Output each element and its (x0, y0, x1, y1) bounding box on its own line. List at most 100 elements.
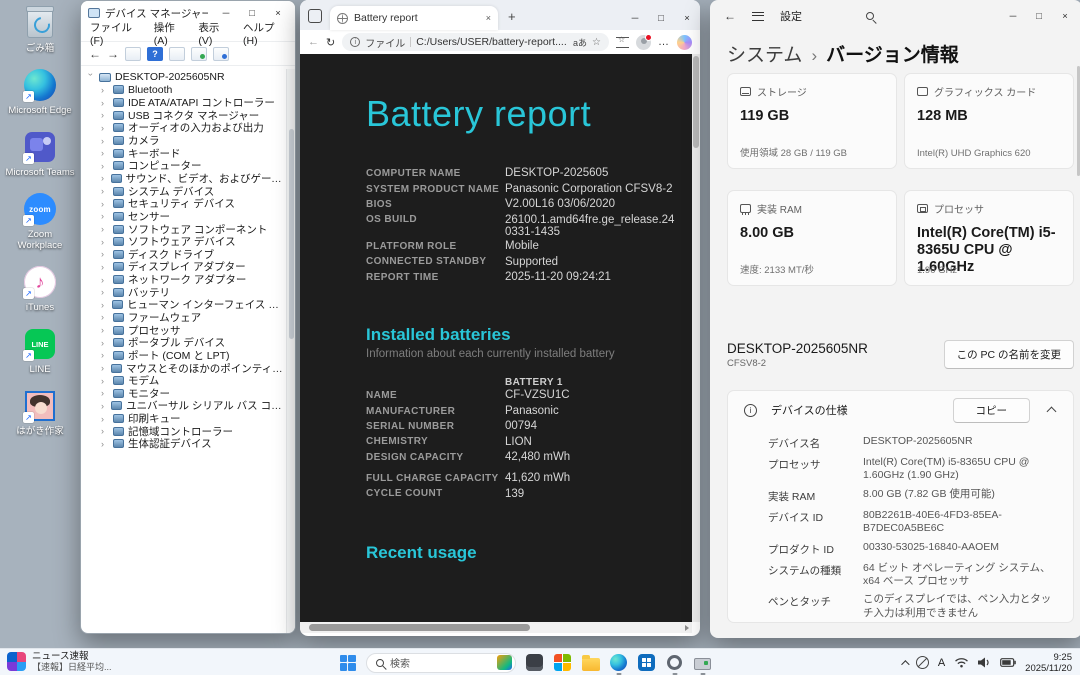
taskbar-app-store[interactable] (637, 653, 656, 672)
close-button[interactable]: × (265, 8, 291, 19)
taskbar-app-dark[interactable] (525, 653, 544, 672)
tab-close-icon[interactable]: × (486, 13, 491, 23)
menu-item[interactable]: 操作(A) (154, 20, 187, 47)
back-icon[interactable]: ← (89, 47, 101, 61)
expander-icon[interactable] (101, 440, 109, 448)
page-info-icon[interactable]: i (350, 37, 361, 47)
minimize-button[interactable]: ─ (1000, 11, 1026, 22)
breadcrumb-parent[interactable]: システム (727, 40, 802, 67)
device-tree-item[interactable]: モデム (81, 374, 286, 387)
browser-tab[interactable]: Battery report × (330, 6, 498, 30)
expander-icon[interactable] (101, 389, 109, 397)
expander-icon[interactable] (101, 250, 109, 258)
scrollbar-thumb[interactable] (309, 624, 530, 631)
close-button[interactable]: × (674, 13, 700, 24)
profile-avatar[interactable] (636, 33, 652, 50)
expander-icon[interactable] (101, 86, 109, 94)
widgets-button[interactable]: ニュース速報 【速報】日経平均... (7, 651, 112, 672)
expander-icon[interactable] (101, 288, 109, 296)
expander-icon[interactable] (101, 326, 109, 334)
scan-hardware-icon[interactable] (191, 46, 207, 61)
expander-icon[interactable] (101, 111, 109, 119)
menu-item[interactable]: ヘルプ(H) (243, 20, 286, 47)
expander-icon[interactable] (101, 99, 109, 107)
device-tree-item[interactable]: ネットワーク アダプター (81, 273, 286, 286)
device-tree-item[interactable]: マウスとそのほかのポインティング デバイス (81, 362, 286, 375)
properties-icon[interactable] (125, 46, 141, 61)
device-tree-item[interactable]: 生体認証デバイス (81, 438, 286, 450)
expander-icon[interactable] (101, 427, 109, 435)
tab-actions-icon[interactable] (308, 9, 322, 23)
desktop-icon-zoom[interactable]: zoom ↗ Zoom Workplace (4, 192, 76, 251)
expander-icon[interactable] (101, 212, 109, 220)
page-vertical-scrollbar[interactable] (692, 54, 700, 622)
start-button[interactable] (338, 653, 357, 672)
scrollbar-thumb[interactable] (288, 129, 294, 339)
expander-icon[interactable] (101, 162, 109, 170)
expander-icon[interactable] (101, 187, 109, 195)
taskbar-app-device-manager[interactable] (693, 653, 712, 675)
update-driver-icon[interactable] (213, 46, 229, 61)
translate-icon[interactable]: aあ (573, 36, 587, 49)
wifi-icon[interactable] (954, 657, 969, 668)
volume-icon[interactable] (978, 657, 991, 668)
favorite-star-icon[interactable]: ☆ (592, 37, 601, 48)
forward-icon[interactable]: → (107, 47, 119, 61)
scrollbar-thumb[interactable] (693, 56, 699, 148)
expander-icon[interactable] (87, 73, 95, 81)
device-tree-item[interactable]: オーディオの入力および出力 (81, 122, 286, 134)
expander-icon[interactable] (101, 364, 107, 372)
device-spec-header[interactable]: i デバイスの仕様 コピー (728, 391, 1073, 429)
taskbar-clock[interactable]: 9:25 2025/11/20 (1025, 652, 1072, 674)
ime-mode-indicator[interactable]: A (938, 657, 945, 669)
taskbar-app-explorer[interactable] (581, 653, 600, 672)
chevron-up-icon[interactable] (1046, 406, 1057, 417)
new-tab-button[interactable]: + (508, 9, 516, 24)
back-icon[interactable]: ← (308, 36, 319, 48)
minimize-button[interactable]: ─ (622, 13, 648, 24)
expander-icon[interactable] (101, 402, 107, 410)
taskbar-app-settings[interactable] (665, 653, 684, 675)
expander-icon[interactable] (101, 124, 109, 132)
page-horizontal-scrollbar[interactable] (300, 622, 692, 633)
expander-icon[interactable] (101, 301, 108, 309)
collections-icon[interactable] (616, 35, 629, 48)
expander-icon[interactable] (101, 225, 109, 233)
expander-icon[interactable] (101, 351, 109, 359)
desktop-icon-teams[interactable]: ↗ Microsoft Teams (4, 130, 76, 178)
address-url[interactable]: C:/Users/USER/battery-report.... (416, 36, 568, 48)
expander-icon[interactable] (101, 377, 109, 385)
device-tree-root[interactable]: DESKTOP-2025605NR (81, 71, 286, 84)
scroll-right-arrow[interactable] (685, 625, 689, 631)
expander-icon[interactable] (101, 339, 109, 347)
taskbar-app-edge[interactable] (609, 653, 628, 675)
device-tree-item[interactable]: セキュリティ デバイス (81, 197, 286, 210)
desktop-icon-itunes[interactable]: ♪ ↗ iTunes (4, 265, 76, 313)
maximize-button[interactable]: □ (648, 13, 674, 24)
taskbar-app-m365[interactable] (553, 653, 572, 672)
more-menu-icon[interactable]: … (658, 36, 670, 48)
onedrive-offline-icon[interactable] (915, 656, 929, 669)
expander-icon[interactable] (101, 313, 109, 321)
desktop-icon-recycle-bin[interactable]: ごみ箱 (4, 6, 76, 54)
copy-button[interactable]: コピー (952, 397, 1030, 423)
expander-icon[interactable] (101, 200, 109, 208)
expander-icon[interactable] (101, 263, 109, 271)
expander-icon[interactable] (101, 415, 109, 423)
back-icon[interactable]: ← (724, 9, 736, 23)
device-manager-scrollbar[interactable] (286, 69, 295, 633)
maximize-button[interactable]: □ (1026, 11, 1052, 22)
refresh-icon[interactable]: ↻ (326, 36, 335, 49)
hamburger-menu-icon[interactable] (752, 11, 764, 21)
menu-item[interactable]: 表示(V) (198, 20, 231, 47)
help-icon[interactable]: ? (147, 46, 163, 61)
expander-icon[interactable] (101, 137, 109, 145)
list-view-icon[interactable] (169, 46, 185, 61)
device-tree-item[interactable]: ファームウェア (81, 311, 286, 324)
taskbar-search-box[interactable]: 検索 (366, 652, 516, 673)
expander-icon[interactable] (101, 149, 109, 157)
menu-item[interactable]: ファイル(F) (90, 20, 142, 47)
expander-icon[interactable] (101, 276, 109, 284)
expander-icon[interactable] (101, 238, 109, 246)
desktop-icon-edge[interactable]: ↗ Microsoft Edge (4, 68, 76, 116)
